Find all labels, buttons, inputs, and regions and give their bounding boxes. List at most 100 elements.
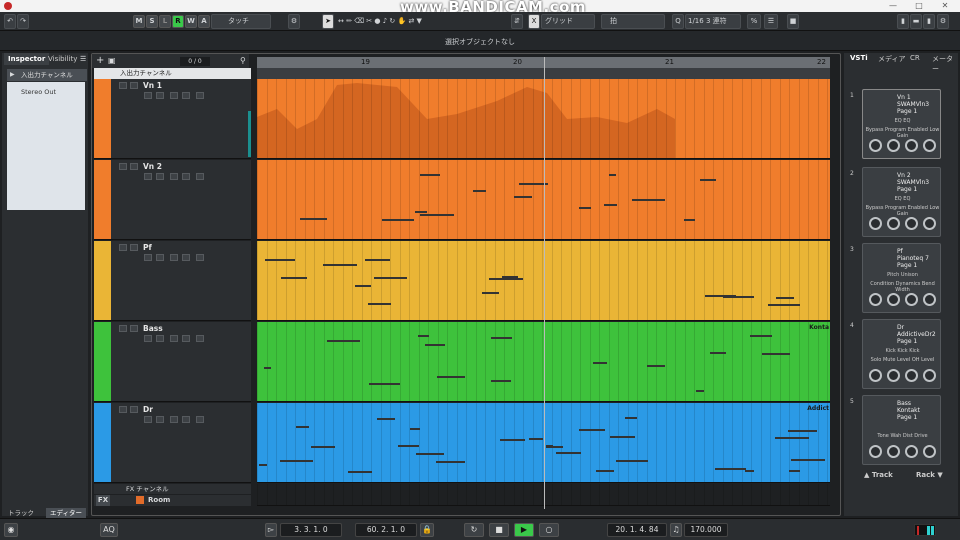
object-select-tool-icon[interactable]: ➤ [322, 14, 334, 29]
track-vn2[interactable]: Vn 2 [94, 160, 251, 240]
inspector-section-io[interactable]: 入出力チャンネル [7, 69, 87, 81]
punch-icon[interactable]: 🔒 [420, 523, 434, 537]
stop-button[interactable]: ■ [489, 523, 509, 537]
monitor-button[interactable] [156, 173, 164, 180]
tab-meter[interactable]: メーター [932, 54, 958, 74]
read-automation-button[interactable]: R [172, 15, 184, 28]
quick-control-knob[interactable] [869, 217, 882, 230]
edit-instrument-button[interactable] [196, 254, 204, 261]
read-button[interactable] [170, 416, 178, 423]
mute-button[interactable] [119, 163, 127, 170]
folder-icon[interactable]: ▣ [108, 56, 116, 65]
edit-instrument-button[interactable] [196, 416, 204, 423]
mute-button[interactable] [119, 82, 127, 89]
vsti-slot-1[interactable]: 1 Vn 1 SWAMVln3 Page 1 EQ EQ Bypass Progra… [850, 89, 941, 159]
color-picker-icon[interactable]: ■ [787, 14, 799, 29]
read-button[interactable] [170, 173, 178, 180]
search-icon[interactable]: ⚲ [240, 56, 246, 65]
edit-tools[interactable]: ↔ ✏ ⌫ ✂ ● ♪ ↻ ✋ ⇄ ▼ [338, 14, 422, 29]
write-button[interactable] [182, 92, 190, 99]
track-bass[interactable]: Bass [94, 322, 251, 402]
tab-visibility[interactable]: Visibility [44, 53, 81, 65]
edit-instrument-button[interactable] [196, 92, 204, 99]
record-button[interactable] [144, 335, 152, 342]
quick-control-knob[interactable] [905, 139, 918, 152]
quick-control-knob[interactable] [905, 369, 918, 382]
quick-control-knob[interactable] [923, 217, 936, 230]
track-name[interactable]: Dr [143, 405, 153, 414]
quick-control-knob[interactable] [869, 445, 882, 458]
quick-control-knob[interactable] [869, 369, 882, 382]
rack-track-toggle[interactable]: ▲ Track [864, 471, 893, 479]
write-button[interactable] [182, 173, 190, 180]
quick-control-knob[interactable] [923, 293, 936, 306]
edit-instrument-button[interactable] [196, 335, 204, 342]
quick-control-knob[interactable] [887, 217, 900, 230]
automation-mode-button[interactable]: A [198, 15, 210, 28]
track-name[interactable]: Bass [143, 324, 163, 333]
tab-media[interactable]: メディア [878, 54, 906, 64]
solo-button[interactable] [130, 406, 138, 413]
track-pf[interactable]: Pf [94, 241, 251, 321]
menu-icon[interactable]: ☰ [80, 55, 86, 63]
monitor-button[interactable] [156, 254, 164, 261]
close-button[interactable]: ✕ [932, 0, 958, 12]
record-button[interactable] [144, 416, 152, 423]
quick-control-knob[interactable] [887, 293, 900, 306]
mute-button[interactable] [119, 406, 127, 413]
tab-inspector[interactable]: Inspector [4, 53, 50, 65]
record-button[interactable] [144, 254, 152, 261]
vsti-slot-3[interactable]: 3 Pf Pianoteq 7 Page 1 Pitch Unison Condit… [850, 243, 941, 313]
snap-type-icon[interactable]: X [528, 14, 540, 29]
solo-mode-button[interactable]: S [146, 15, 158, 28]
write-automation-button[interactable]: W [185, 15, 197, 28]
metronome-icon[interactable]: ♫ [670, 523, 682, 537]
fx-track-room[interactable]: Room [94, 495, 251, 506]
lower-zone-toggle[interactable]: ▬ [910, 14, 922, 29]
iterative-quantize-icon[interactable]: % [747, 14, 761, 29]
maximize-button[interactable]: □ [906, 0, 932, 12]
write-button[interactable] [182, 335, 190, 342]
vsti-slot-4[interactable]: 4 Dr AddictiveDr2 Page 1 Kick Kick Kick So… [850, 319, 941, 389]
minimize-button[interactable]: — [880, 0, 906, 12]
tab-track[interactable]: トラック [4, 508, 38, 518]
right-zone-toggle[interactable]: ▮ [923, 14, 935, 29]
redo-icon[interactable]: ↷ [17, 14, 29, 29]
quick-control-knob[interactable] [869, 139, 882, 152]
mute-button[interactable] [119, 325, 127, 332]
tab-cr[interactable]: CR [910, 54, 920, 62]
record-button[interactable] [144, 173, 152, 180]
quick-control-knob[interactable] [887, 139, 900, 152]
quantize-icon[interactable]: Q [672, 14, 684, 29]
left-locator[interactable]: 3. 3. 1. 0 [280, 523, 342, 537]
read-button[interactable] [170, 92, 178, 99]
record-button[interactable] [144, 92, 152, 99]
monitor-button[interactable] [156, 335, 164, 342]
vsti-slot-2[interactable]: 2 Vn 2 SWAMVln3 Page 1 EQ EQ Bypass Progra… [850, 167, 941, 237]
quick-control-knob[interactable] [887, 369, 900, 382]
io-channel-row[interactable]: 入出力チャンネル [94, 68, 251, 79]
tempo-display[interactable]: 170.000 [684, 523, 728, 537]
settings-icon[interactable]: ⚙ [937, 14, 949, 29]
solo-button[interactable] [130, 244, 138, 251]
aq-button[interactable]: AQ [100, 523, 118, 537]
read-button[interactable] [170, 254, 178, 261]
automation-mode-select[interactable]: タッチ [211, 14, 271, 29]
constrain-icon[interactable]: ⚙ [288, 14, 300, 29]
cycle-button[interactable]: ↻ [464, 523, 484, 537]
left-locator-icon[interactable]: ▻ [265, 523, 277, 537]
record-button[interactable]: ○ [539, 523, 559, 537]
quick-control-knob[interactable] [905, 293, 918, 306]
left-zone-toggle[interactable]: ▮ [897, 14, 909, 29]
quick-control-knob[interactable] [905, 445, 918, 458]
play-button[interactable]: ▶ [514, 523, 534, 537]
fx-channel-folder[interactable]: FX チャンネル [94, 484, 251, 494]
quick-control-knob[interactable] [923, 445, 936, 458]
write-button[interactable] [182, 416, 190, 423]
monitor-button[interactable] [156, 416, 164, 423]
solo-button[interactable] [130, 325, 138, 332]
right-locator[interactable]: 60. 2. 1. 0 [355, 523, 417, 537]
solo-button[interactable] [130, 163, 138, 170]
track-name[interactable]: Pf [143, 243, 152, 252]
quick-control-knob[interactable] [923, 139, 936, 152]
